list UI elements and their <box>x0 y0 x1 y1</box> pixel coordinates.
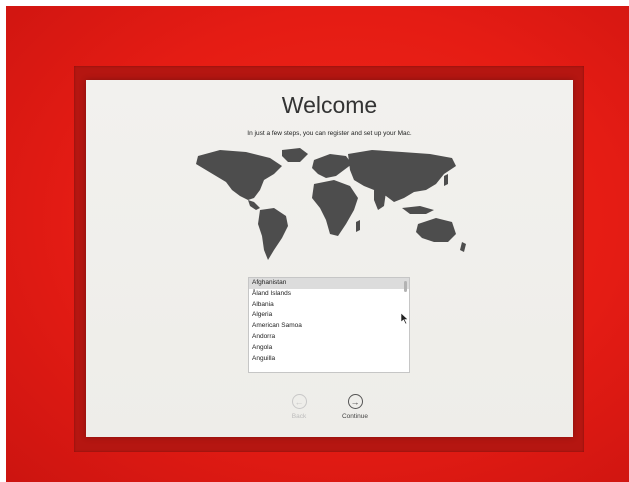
map-europe <box>312 154 352 178</box>
list-item[interactable]: Andorra <box>249 332 409 343</box>
map-asia <box>348 150 456 202</box>
welcome-subtitle: In just a few steps, you can register an… <box>247 130 412 137</box>
continue-button[interactable]: → Continue <box>335 394 375 420</box>
map-japan <box>444 174 448 186</box>
map-indonesia <box>402 206 434 214</box>
setup-assistant-screen: Welcome In just a few steps, you can reg… <box>86 80 573 437</box>
arrow-left-icon: ← <box>291 394 307 409</box>
map-india <box>374 190 386 210</box>
arrow-right-icon: → <box>347 394 363 409</box>
world-map <box>196 148 466 260</box>
map-new-zealand <box>460 242 466 252</box>
list-item[interactable]: Afghanistan <box>249 278 409 289</box>
map-north-america <box>196 150 282 200</box>
back-button[interactable]: ← Back <box>279 394 319 420</box>
country-list[interactable]: Afghanistan Åland Islands Albania Algeri… <box>248 277 410 373</box>
list-scrollbar[interactable] <box>404 281 407 292</box>
map-australia <box>416 218 456 242</box>
map-africa <box>312 180 358 236</box>
map-central-america <box>248 200 260 210</box>
list-item[interactable]: Angola <box>249 343 409 354</box>
continue-label: Continue <box>341 413 369 420</box>
list-item[interactable]: Åland Islands <box>249 289 409 300</box>
map-south-america <box>258 208 288 260</box>
back-label: Back <box>291 413 307 420</box>
map-greenland <box>282 148 308 162</box>
list-item[interactable]: Algeria <box>249 310 409 321</box>
map-madagascar <box>356 220 360 232</box>
list-item[interactable]: Albania <box>249 300 409 311</box>
photo-frame: Welcome In just a few steps, you can reg… <box>0 0 629 482</box>
mouse-cursor-icon <box>401 313 409 324</box>
list-item[interactable]: American Samoa <box>249 321 409 332</box>
list-item[interactable]: Anguilla <box>249 354 409 365</box>
welcome-title: Welcome <box>281 92 378 118</box>
